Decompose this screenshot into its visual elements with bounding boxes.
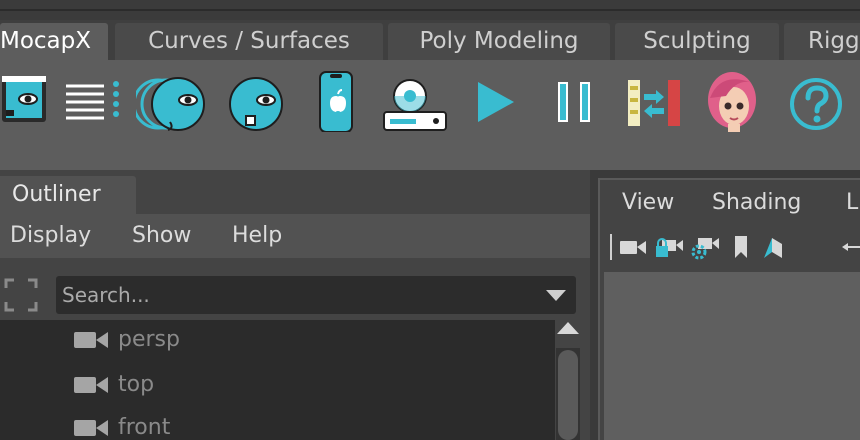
lock-camera-icon[interactable] bbox=[654, 234, 684, 260]
menu-display[interactable]: Display bbox=[10, 214, 91, 258]
search-input[interactable] bbox=[62, 276, 532, 314]
play-icon[interactable] bbox=[462, 68, 526, 132]
viewport-canvas[interactable] bbox=[604, 272, 860, 440]
tab-poly-modeling[interactable]: Poly Modeling bbox=[388, 23, 610, 60]
outliner-list: persp top front bbox=[0, 320, 555, 440]
list-item-label: top bbox=[118, 372, 155, 397]
phone-icon[interactable] bbox=[306, 68, 370, 132]
menu-shading[interactable]: Shading bbox=[712, 180, 801, 226]
record-device-icon[interactable] bbox=[380, 68, 450, 132]
outliner-menubar: Display Show Help bbox=[0, 214, 590, 258]
camera-attributes-icon[interactable] bbox=[690, 234, 720, 260]
shelf-tab-bar: MocapX Curves / Surfaces Poly Modeling S… bbox=[0, 20, 860, 60]
search-row bbox=[0, 258, 590, 320]
camera-icon bbox=[74, 332, 108, 348]
tab-mocapx[interactable]: MocapX bbox=[0, 23, 108, 60]
face-capture-icon[interactable] bbox=[224, 68, 288, 132]
list-item-label: persp bbox=[118, 327, 180, 352]
viewport-toolbar bbox=[600, 224, 860, 268]
menu-view[interactable]: View bbox=[622, 180, 674, 226]
image-plane-icon[interactable] bbox=[758, 234, 788, 260]
select-region-icon[interactable] bbox=[4, 278, 38, 312]
tab-curves-surfaces[interactable]: Curves / Surfaces bbox=[115, 23, 383, 60]
arrow-icon[interactable] bbox=[840, 234, 860, 260]
sequence-swap-icon[interactable] bbox=[622, 68, 686, 132]
scroll-up-arrow[interactable] bbox=[557, 322, 579, 334]
menu-lighting[interactable]: L bbox=[846, 180, 858, 226]
viewport-menubar: View Shading L bbox=[600, 180, 860, 224]
tab-rigging[interactable]: Rigg bbox=[784, 23, 860, 60]
tab-sculpting[interactable]: Sculpting bbox=[615, 23, 779, 60]
menu-show[interactable]: Show bbox=[132, 214, 191, 258]
search-field bbox=[56, 276, 576, 314]
title-strip bbox=[0, 0, 860, 20]
outliner-panel: Outliner Display Show Help persp top bbox=[0, 170, 590, 440]
viewport-panel: View Shading L bbox=[598, 178, 860, 440]
shelf bbox=[0, 60, 860, 170]
outliner-tab[interactable]: Outliner bbox=[0, 176, 136, 214]
list-item-label: front bbox=[118, 415, 171, 440]
toolbar-grip bbox=[608, 234, 614, 260]
multi-face-icon[interactable] bbox=[136, 68, 216, 132]
help-icon[interactable] bbox=[784, 68, 848, 132]
scrollbar-thumb[interactable] bbox=[558, 350, 578, 440]
list-menu-icon[interactable] bbox=[60, 68, 124, 132]
avatar-icon[interactable] bbox=[700, 68, 764, 132]
camera-icon bbox=[74, 377, 108, 393]
camera-icon[interactable] bbox=[618, 234, 648, 260]
camera-icon bbox=[74, 420, 108, 436]
bookmark-icon[interactable] bbox=[726, 234, 756, 260]
chevron-down-icon[interactable] bbox=[546, 290, 566, 301]
face-device-icon[interactable] bbox=[0, 68, 56, 132]
menu-help[interactable]: Help bbox=[232, 214, 282, 258]
pause-icon[interactable] bbox=[544, 68, 608, 132]
